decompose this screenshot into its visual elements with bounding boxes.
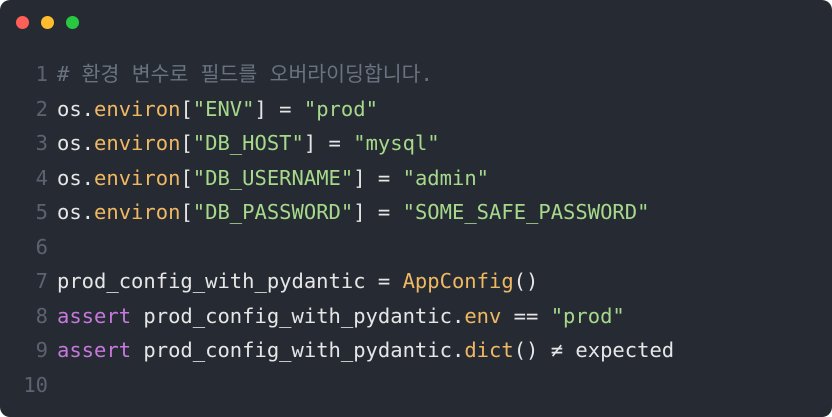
- code-token-plain: os.: [57, 96, 95, 121]
- code-line: 2 os.environ["ENV"] = "prod": [0, 92, 832, 127]
- code-token-kw: assert: [57, 303, 132, 328]
- line-number: 5: [35, 200, 48, 224]
- code-token-str: "DB_PASSWORD": [192, 200, 354, 224]
- code-line: 10: [0, 368, 832, 403]
- code-editor: 1 # 환경 변수로 필드를 오버라이딩합니다. 2 os.environ["ENV"…: [0, 57, 832, 402]
- code-token-str: "mysql": [353, 131, 440, 155]
- window-titlebar: [0, 0, 832, 44]
- code-token-fn: env: [464, 303, 502, 328]
- code-text: prod_config_with_pydantic = AppConfig(): [57, 264, 538, 299]
- code-token-plain: ] =: [353, 200, 403, 224]
- code-token-plain: prod_config_with_pydantic =: [57, 269, 403, 293]
- minimize-button[interactable]: [41, 16, 54, 29]
- code-token-str: "prod": [550, 303, 625, 328]
- code-window: 1 # 환경 변수로 필드를 오버라이딩합니다. 2 os.environ["ENV"…: [0, 0, 832, 417]
- code-token-kw: assert: [57, 338, 132, 362]
- code-line: 6: [0, 230, 832, 265]
- code-line: 7 prod_config_with_pydantic = AppConfig(): [0, 264, 832, 299]
- code-token-plain: prod_config_with_pydantic.: [131, 338, 465, 362]
- zoom-button[interactable]: [66, 16, 79, 29]
- code-token-plain: ] =: [254, 96, 304, 121]
- code-line: 8 assert prod_config_with_pydantic.env ==…: [0, 299, 832, 334]
- line-number: 6: [35, 234, 48, 259]
- line-number: 8: [35, 303, 48, 328]
- code-token-plain: os.: [57, 200, 95, 224]
- line-number: 9: [35, 338, 48, 362]
- code-line: 9 assert prod_config_with_pydantic.dict()…: [0, 333, 832, 368]
- code-text: os.environ["ENV"] = "prod": [57, 92, 378, 127]
- code-token-fn: environ: [94, 131, 181, 155]
- close-button[interactable]: [16, 16, 29, 29]
- code-token-fn: dict: [464, 338, 514, 362]
- code-token-str: "prod": [303, 96, 378, 121]
- code-text: os.environ["DB_HOST"] = "mysql": [57, 126, 440, 161]
- line-number: 3: [35, 131, 48, 155]
- line-number: 10: [23, 372, 48, 397]
- code-token-plain: [: [180, 165, 193, 190]
- code-text: os.environ["DB_USERNAME"] = "admin": [57, 161, 489, 196]
- code-text: assert prod_config_with_pydantic.dict() …: [57, 333, 674, 368]
- code-line: 4 os.environ["DB_USERNAME"] = "admin": [0, 161, 832, 196]
- code-token-plain: () ≠ expected: [513, 338, 675, 362]
- code-token-fn: environ: [94, 96, 181, 121]
- code-token-plain: ==: [501, 303, 551, 328]
- code-token-plain: os.: [57, 131, 95, 155]
- code-token-fn: environ: [94, 165, 181, 190]
- line-number: 2: [35, 96, 48, 121]
- code-token-plain: [: [180, 131, 193, 155]
- code-token-plain: prod_config_with_pydantic.: [131, 303, 465, 328]
- code-token-fn: environ: [94, 200, 181, 224]
- line-number: 7: [35, 269, 48, 293]
- code-token-plain: [: [180, 200, 193, 224]
- code-token-str: "ENV": [192, 96, 255, 121]
- code-line: 1 # 환경 변수로 필드를 오버라이딩합니다.: [0, 57, 832, 92]
- code-token-comment: # 환경 변수로 필드를 오버라이딩합니다.: [57, 62, 433, 86]
- line-number: 1: [35, 62, 48, 86]
- line-number: 4: [35, 165, 48, 190]
- code-token-plain: ] =: [353, 165, 403, 190]
- code-token-plain: ] =: [303, 131, 354, 155]
- code-line: 5 os.environ["DB_PASSWORD"] = "SOME_SAFE_…: [0, 195, 832, 230]
- code-token-str: "SOME_SAFE_PASSWORD": [402, 200, 650, 224]
- code-text: assert prod_config_with_pydantic.env == …: [57, 299, 625, 334]
- code-token-fn: AppConfig: [402, 269, 514, 293]
- code-token-plain: (): [513, 269, 539, 293]
- code-token-str: "DB_USERNAME": [192, 165, 354, 190]
- code-token-plain: [: [180, 96, 193, 121]
- code-text: # 환경 변수로 필드를 오버라이딩합니다.: [57, 57, 433, 92]
- code-token-str: "admin": [402, 165, 490, 190]
- code-line: 3 os.environ["DB_HOST"] = "mysql": [0, 126, 832, 161]
- code-token-plain: os.: [57, 165, 95, 190]
- code-text: os.environ["DB_PASSWORD"] = "SOME_SAFE_P…: [57, 195, 649, 230]
- code-token-str: "DB_HOST": [192, 131, 304, 155]
